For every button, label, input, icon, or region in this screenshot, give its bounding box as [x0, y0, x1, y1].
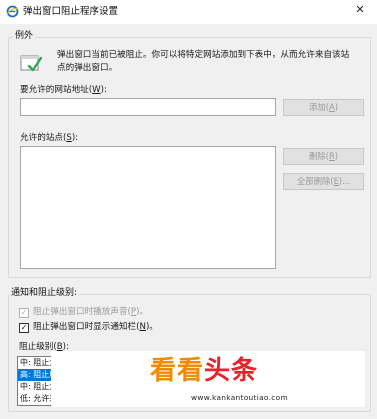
allowed-sites-label: 允许的站点(S):: [20, 133, 79, 143]
close-button[interactable]: ✕: [353, 3, 367, 17]
exceptions-legend: 例外: [13, 31, 36, 42]
add-button[interactable]: 添加(A): [283, 99, 364, 116]
kankantoutiao-watermark: 看看头条 www.kankantoutiao.com: [51, 351, 365, 407]
play-sound-option[interactable]: ✓ 阻止弹出窗口时播放声音(P)。: [19, 307, 148, 318]
show-notification-bar-option[interactable]: ✓ 阻止弹出窗口时显示通知栏(N)。: [19, 322, 158, 333]
title-bar: 弹出窗口阻止程序设置 ✕: [0, 0, 377, 24]
address-label: 要允许的网站地址(W):: [20, 85, 107, 95]
play-sound-label: 阻止弹出窗口时播放声音(P)。: [33, 307, 149, 317]
exceptions-info-text: 弹出窗口当前已被阻止。你可以将特定网站添加到下表中，从而允许来自该站点的弹出窗口…: [57, 50, 350, 73]
show-notification-bar-checkbox[interactable]: ✓: [19, 322, 29, 333]
remove-all-button[interactable]: 全部删除(E)...: [283, 173, 364, 190]
popup-blocked-icon: [20, 55, 42, 72]
watermark-logo-part2: 头条: [204, 356, 259, 386]
watermark-url: www.kankantoutiao.com: [191, 393, 288, 402]
address-input[interactable]: [20, 98, 276, 116]
window-title: 弹出窗口阻止程序设置: [23, 6, 119, 17]
allowed-sites-list[interactable]: [20, 146, 276, 269]
play-sound-checkbox[interactable]: ✓: [19, 307, 29, 318]
watermark-logo-part1: 看看: [150, 356, 205, 386]
notifications-legend: 通知和阻止级别:: [9, 288, 80, 299]
remove-button[interactable]: 删除(R): [283, 148, 364, 165]
show-notification-bar-label: 阻止弹出窗口时显示通知栏(N)。: [33, 322, 158, 332]
watermark-logo: 看看头条: [150, 355, 258, 387]
internet-explorer-icon: [6, 5, 19, 18]
